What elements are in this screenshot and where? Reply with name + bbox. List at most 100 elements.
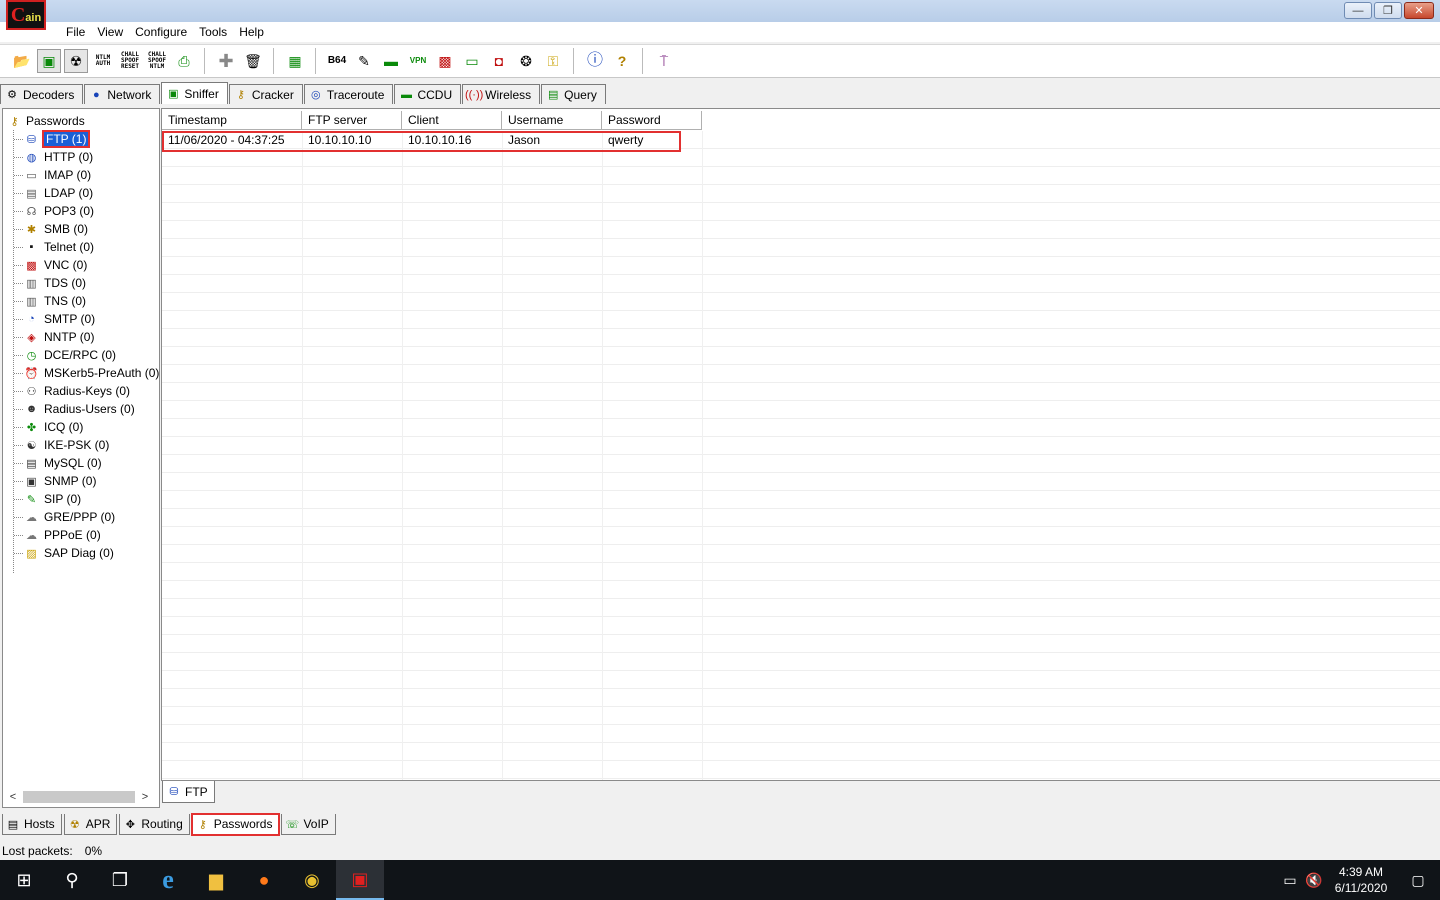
menu-tools[interactable]: Tools [193,25,233,39]
network-status-icon[interactable]: ▭ [1278,872,1302,889]
close-button[interactable]: ✕ [1404,2,1434,19]
tab-ftp[interactable]: ⛁ FTP [162,781,215,803]
column-ftp-server[interactable]: FTP server [302,111,402,130]
menu-configure[interactable]: Configure [129,25,193,39]
app-logo[interactable]: Cain [6,0,46,30]
add-icon[interactable]: ✚ [214,49,238,73]
clock[interactable]: 4:39 AM 6/11/2020 [1326,864,1396,896]
column-client[interactable]: Client [402,111,502,130]
tree-item-dce-rpc[interactable]: ◷ DCE/RPC (0) [14,346,159,364]
tab-passwords[interactable]: ⚷ Passwords [190,813,281,836]
tree-item-label: GRE/PPP (0) [44,510,116,524]
firefox-icon[interactable]: ● [240,860,288,900]
tree-item-pppoe[interactable]: ☁ PPPoE (0) [14,526,159,544]
ntlm-auth-icon[interactable]: NTLM AUTH [91,49,115,73]
tab-apr[interactable]: ☢ APR [63,814,118,835]
internet-explorer-icon[interactable]: e [144,860,192,900]
tree-item-tns[interactable]: ▥ TNS (0) [14,292,159,310]
menu-help[interactable]: Help [233,25,270,39]
remove-icon[interactable]: 🗑 [241,49,265,73]
tab-routing[interactable]: ✥ Routing [119,814,190,835]
tree-item-http[interactable]: ◍ HTTP (0) [14,148,159,166]
tree-item-tds[interactable]: ▥ TDS (0) [14,274,159,292]
tree-item-label: FTP (1) [41,130,91,148]
wireless-scan-icon[interactable]: ❂ [514,49,538,73]
tree-item-ftp[interactable]: ⛁ FTP (1) [14,130,159,148]
help-icon[interactable]: ? [610,49,634,73]
menu-file[interactable]: File [60,25,91,39]
toolbar: 📂 ▣ ☢ NTLM AUTH CHALL SPOOF RESET CHALL … [0,44,1440,78]
hash-calculator-icon[interactable]: ✎ [352,49,376,73]
export-icon[interactable]: ⎙ [172,49,196,73]
tab-network[interactable]: ● Network [84,84,161,104]
tab-query[interactable]: ▤ Query [541,84,606,104]
volume-muted-icon[interactable]: 🔇 [1302,872,1326,889]
tree-item-icq[interactable]: ✤ ICQ (0) [14,418,159,436]
tree-item-ike-psk[interactable]: ☯ IKE-PSK (0) [14,436,159,454]
tree-item-ldap[interactable]: ▤ LDAP (0) [14,184,159,202]
tree-item-snmp[interactable]: ▣ SNMP (0) [14,472,159,490]
notifications-icon[interactable]: ▢ [1396,872,1440,889]
start-sniffer-icon[interactable]: ▣ [37,49,61,73]
tree-item-imap[interactable]: ▭ IMAP (0) [14,166,159,184]
menu-view[interactable]: View [91,25,129,39]
tree-item-pop3[interactable]: ☊ POP3 (0) [14,202,159,220]
tab-hosts[interactable]: ▤ Hosts [2,814,62,835]
tree-item-radius-keys[interactable]: ⚇ Radius-Keys (0) [14,382,159,400]
tab-traceroute[interactable]: ◎ Traceroute [303,84,394,104]
start-apr-icon[interactable]: ☢ [64,49,88,73]
scroll-right-icon[interactable]: > [137,791,153,803]
vpn-icon[interactable]: VPN [406,49,430,73]
tree-item-mskerb5[interactable]: ⏰ MSKerb5-PreAuth (0) [14,364,159,382]
tab-ccdu[interactable]: ▬ CCDU [394,84,462,104]
tree-item-smb[interactable]: ✱ SMB (0) [14,220,159,238]
chall-spoof-ntlm-icon[interactable]: CHALL SPOOF NTLM [145,49,169,73]
scroll-left-icon[interactable]: < [5,791,21,803]
scroll-thumb[interactable] [23,791,135,803]
task-view-icon[interactable]: ❐ [96,860,144,900]
tree-item-telnet[interactable]: ▪ Telnet (0) [14,238,159,256]
main-tabs: ⚙ Decoders ● Network ▣ Sniffer ⚷ Cracker ◎ Tr… [0,82,607,104]
tab-decoders[interactable]: ⚙ Decoders [0,84,84,104]
minimize-button[interactable]: — [1344,2,1372,19]
lsa-secrets-icon[interactable]: ▬ [379,49,403,73]
tree-horizontal-scrollbar[interactable]: < > [5,789,157,805]
vnc-icon[interactable]: ▩ [433,49,457,73]
tree-item-nntp[interactable]: ◈ NNTP (0) [14,328,159,346]
column-username[interactable]: Username [502,111,602,130]
tree-item-radius-users[interactable]: ☻ Radius-Users (0) [14,400,159,418]
tree-item-gre-ppp[interactable]: ☁ GRE/PPP (0) [14,508,159,526]
file-explorer-icon[interactable]: ▆ [192,860,240,900]
tree-item-label: SNMP (0) [44,474,97,488]
column-timestamp[interactable]: Timestamp [162,111,302,130]
info-icon[interactable]: ⓘ [583,49,607,73]
tab-sniffer[interactable]: ▣ Sniffer [161,82,228,104]
search-icon[interactable]: ⚲ [48,860,96,900]
telnet-icon: ▪ [29,241,34,253]
tree-item-mysql[interactable]: ▤ MySQL (0) [14,454,159,472]
tree-item-smtp[interactable]: ◔ SMTP (0) [14,310,159,328]
chrome-icon[interactable]: ◉ [288,860,336,900]
tree-item-sap-diag[interactable]: ▨ SAP Diag (0) [14,544,159,562]
terminal-icon[interactable]: ▭ [460,49,484,73]
key-icon[interactable]: ⚿ [541,49,565,73]
sap-diag-icon: ▨ [26,547,37,560]
open-folder-icon[interactable]: 📂 [10,49,34,73]
tree-item-vnc[interactable]: ▩ VNC (0) [14,256,159,274]
tree-root-passwords[interactable]: ⚷ Passwords [7,112,84,130]
sniffer-tabs: ▤ Hosts ☢ APR ✥ Routing ⚷ Passwords ☏ VoIP [2,813,338,836]
tree-item-sip[interactable]: ✎ SIP (0) [14,490,159,508]
tab-voip[interactable]: ☏ VoIP [281,814,336,835]
cain-taskbar-icon[interactable]: ▣ [336,860,384,900]
start-button-icon[interactable]: ⊞ [0,860,48,900]
certificate-icon[interactable]: ▦ [283,49,307,73]
tab-wireless[interactable]: ((·)) Wireless [462,84,541,104]
cisco-icon[interactable]: ◘ [487,49,511,73]
base64-icon[interactable]: B64 [325,49,349,73]
chall-spoof-reset-icon[interactable]: CHALL SPOOF RESET [118,49,142,73]
restore-button[interactable]: ❐ [1374,2,1402,19]
exit-icon[interactable]: ⍑ [652,49,676,73]
column-password[interactable]: Password [602,111,702,130]
tree-item-label: SIP (0) [44,492,82,506]
tab-cracker[interactable]: ⚷ Cracker [228,84,303,104]
